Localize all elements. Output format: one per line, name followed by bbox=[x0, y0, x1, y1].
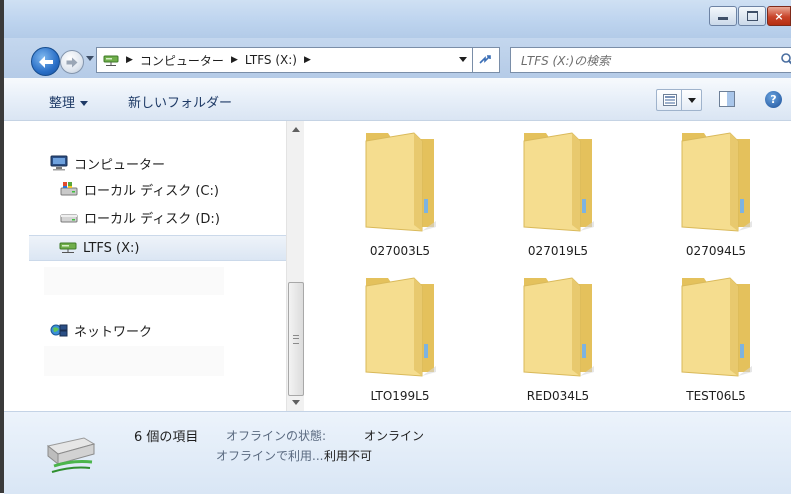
breadcrumb-computer[interactable]: コンピューター bbox=[140, 52, 224, 69]
back-arrow-icon bbox=[38, 55, 53, 68]
offline-status-value: オンライン bbox=[364, 429, 425, 443]
scrollbar-thumb[interactable] bbox=[288, 282, 304, 396]
nav-item-label: ローカル ディスク (C:) bbox=[84, 183, 219, 199]
organize-menu[interactable]: 整理 bbox=[49, 92, 89, 111]
breadcrumb-separator-icon[interactable]: ▶ bbox=[304, 55, 311, 65]
offline-availability-label: オフラインで利用... bbox=[216, 449, 324, 463]
system-drive-icon bbox=[60, 182, 78, 196]
change-view-button[interactable] bbox=[656, 89, 702, 111]
nav-spacer bbox=[44, 346, 224, 376]
view-icon bbox=[663, 94, 677, 106]
nav-item-network[interactable]: ネットワーク bbox=[50, 317, 152, 343]
nav-item-label: ネットワーク bbox=[74, 324, 153, 340]
forward-arrow-icon bbox=[66, 57, 78, 67]
folder-item[interactable]: RED034L5 bbox=[498, 266, 618, 406]
folder-icon bbox=[681, 132, 752, 232]
network-icon bbox=[50, 324, 68, 337]
breadcrumb-separator-icon[interactable]: ▶ bbox=[231, 55, 238, 65]
search-placeholder[interactable]: LTFS (X:)の検索 bbox=[521, 52, 610, 69]
breadcrumb-ltfs[interactable]: LTFS (X:) bbox=[245, 53, 297, 67]
new-folder-button[interactable]: 新しいフォルダー bbox=[128, 92, 232, 111]
nav-item-label: LTFS (X:) bbox=[83, 240, 140, 256]
nav-item-label: ローカル ディスク (D:) bbox=[84, 211, 220, 227]
nav-item-computer[interactable]: コンピューター bbox=[50, 150, 165, 176]
caption-buttons: × bbox=[708, 6, 791, 26]
title-bar[interactable]: × bbox=[4, 0, 791, 38]
maximize-icon bbox=[746, 11, 758, 21]
network-drive-icon bbox=[103, 55, 119, 66]
folder-item[interactable]: 027094L5 bbox=[656, 121, 776, 261]
folder-name: LTO199L5 bbox=[370, 389, 430, 403]
offline-availability-value: 利用不可 bbox=[324, 449, 373, 463]
minimize-icon bbox=[718, 17, 728, 20]
folder-icon bbox=[681, 277, 752, 377]
organize-label: 整理 bbox=[49, 96, 76, 111]
back-button[interactable] bbox=[31, 47, 60, 76]
folder-name: RED034L5 bbox=[526, 389, 590, 403]
recent-pages-dropdown[interactable] bbox=[86, 56, 94, 61]
computer-icon bbox=[50, 155, 68, 171]
breadcrumb-separator-icon[interactable]: ▶ bbox=[126, 55, 133, 65]
file-list[interactable]: 027003L5 027019L5 027094L5 LTO199L5 RED0… bbox=[304, 121, 791, 411]
chevron-down-icon[interactable] bbox=[688, 97, 696, 103]
drive-icon bbox=[60, 214, 78, 223]
maximize-button[interactable] bbox=[738, 6, 766, 26]
scroll-up-icon[interactable] bbox=[292, 127, 300, 132]
folder-item[interactable]: 027019L5 bbox=[498, 121, 618, 261]
folder-name: 027003L5 bbox=[369, 244, 431, 258]
offline-status-label: オフラインの状態: bbox=[226, 429, 327, 443]
address-bar[interactable]: ▶ コンピューター ▶ LTFS (X:) ▶ bbox=[96, 47, 473, 73]
folder-icon bbox=[365, 277, 436, 377]
folder-icon bbox=[523, 277, 594, 377]
folder-name: 027019L5 bbox=[527, 244, 589, 258]
folder-icon bbox=[365, 132, 436, 232]
navigation-pane: コンピューター ローカル ディスク (C:) ローカル ディスク (D:) LT… bbox=[4, 121, 286, 411]
refresh-icon bbox=[479, 55, 491, 64]
nav-item-local-disk-c[interactable]: ローカル ディスク (C:) bbox=[60, 176, 219, 202]
nav-item-ltfs[interactable]: LTFS (X:) bbox=[29, 235, 286, 261]
folder-name: TEST06L5 bbox=[686, 389, 746, 403]
item-count: 6 個の項目 bbox=[134, 430, 199, 445]
folder-icon bbox=[523, 132, 594, 232]
details-pane: 6 個の項目 オフラインの状態: オンライン オフラインで利用... 利用不可 bbox=[4, 411, 791, 494]
refresh-button[interactable] bbox=[472, 47, 500, 73]
search-box[interactable]: LTFS (X:)の検索 bbox=[510, 47, 791, 73]
close-icon: × bbox=[774, 9, 784, 23]
view-divider bbox=[681, 90, 682, 110]
command-bar: 整理 新しいフォルダー ? bbox=[4, 78, 791, 121]
preview-pane-icon[interactable] bbox=[719, 91, 735, 107]
address-history-dropdown[interactable] bbox=[459, 57, 467, 62]
folder-name: 027094L5 bbox=[685, 244, 747, 258]
folder-item[interactable]: TEST06L5 bbox=[656, 266, 776, 406]
nav-spacer bbox=[44, 267, 224, 295]
address-row: ▶ コンピューター ▶ LTFS (X:) ▶ LTFS (X:)の検索 bbox=[4, 38, 791, 78]
search-icon[interactable] bbox=[780, 52, 791, 68]
folder-item[interactable]: LTO199L5 bbox=[340, 266, 460, 406]
network-drive-icon bbox=[59, 242, 77, 253]
grip-icon bbox=[293, 335, 299, 344]
forward-button[interactable] bbox=[60, 50, 84, 74]
nav-item-label: コンピューター bbox=[74, 157, 166, 173]
network-drive-large-icon bbox=[46, 437, 96, 473]
nav-item-local-disk-d[interactable]: ローカル ディスク (D:) bbox=[60, 204, 220, 230]
minimize-button[interactable] bbox=[709, 6, 737, 26]
scroll-down-icon[interactable] bbox=[292, 400, 300, 405]
nav-scrollbar[interactable] bbox=[286, 121, 304, 411]
help-icon[interactable]: ? bbox=[765, 91, 782, 108]
chevron-down-icon bbox=[80, 101, 89, 106]
close-button[interactable]: × bbox=[767, 6, 791, 26]
folder-item[interactable]: 027003L5 bbox=[340, 121, 460, 261]
